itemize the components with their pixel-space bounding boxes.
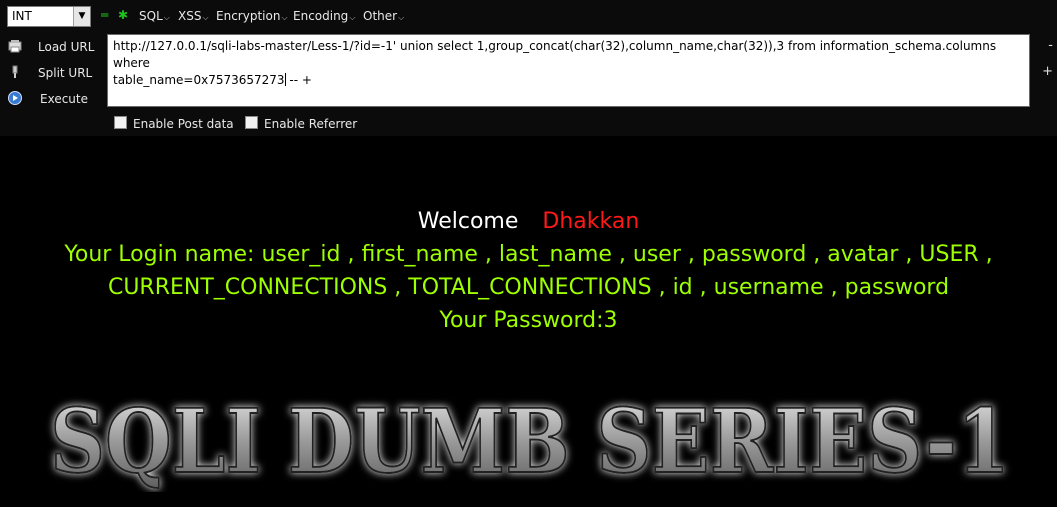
url-line-2: table_name=0x7573657273: [113, 73, 285, 87]
welcome-label: Welcome: [417, 209, 519, 234]
shrink-field-button[interactable]: -: [1048, 38, 1053, 53]
expand-field-button[interactable]: +: [1042, 64, 1053, 79]
enable-referrer-label: Enable Referrer: [264, 117, 358, 131]
menu-sql[interactable]: SQL⌵: [139, 9, 170, 23]
split-url-label: Split URL: [38, 66, 93, 80]
enable-referrer-checkbox[interactable]: Enable Referrer: [245, 116, 357, 131]
enable-post-checkbox[interactable]: Enable Post data: [114, 116, 234, 131]
checkbox-box[interactable]: [245, 116, 258, 129]
url-line-2-comment: -- +: [289, 73, 312, 87]
welcome-line: Welcome Dhakkan: [0, 209, 1057, 234]
execute-icon: [8, 91, 22, 105]
url-input[interactable]: http://127.0.0.1/sqli-labs-master/Less-1…: [107, 34, 1030, 107]
enable-post-label: Enable Post data: [133, 117, 234, 131]
chevron-down-icon: ⌵: [398, 13, 405, 22]
menu-xss-label: XSS: [178, 9, 202, 23]
split-url-button[interactable]: Split URL: [6, 63, 98, 85]
execute-button[interactable]: Execute: [6, 89, 98, 111]
menu-encoding-label: Encoding: [293, 9, 349, 23]
series-banner: SQLI DUMB SERIES-1: [49, 392, 1011, 492]
load-url-label: Load URL: [38, 40, 95, 54]
increment-icon[interactable]: ✱: [118, 8, 128, 22]
menu-encryption-label: Encryption: [216, 9, 281, 23]
chevron-down-icon: ⌵: [163, 13, 170, 22]
welcome-name: Dhakkan: [542, 209, 640, 234]
password-line: Your Password:3: [439, 308, 618, 333]
url-line-1: http://127.0.0.1/sqli-labs-master/Less-1…: [113, 39, 997, 70]
banner-text: SQLI DUMB SERIES-1: [50, 392, 1010, 492]
execute-label: Execute: [40, 92, 88, 106]
chevron-down-icon[interactable]: ▼: [73, 7, 90, 26]
split-url-icon: [12, 65, 18, 78]
login-name-line-1: Your Login name: user_id , first_name , …: [64, 242, 993, 267]
chevron-down-icon: ⌵: [349, 13, 356, 22]
encoding-select[interactable]: INT ▼: [7, 6, 91, 27]
menu-encoding[interactable]: Encoding⌵: [293, 9, 355, 23]
load-url-button[interactable]: Load URL: [6, 37, 98, 59]
decrement-icon[interactable]: ═: [101, 8, 108, 22]
menu-other-label: Other: [363, 9, 398, 23]
encoding-select-value: INT: [12, 9, 32, 23]
load-url-icon: [8, 40, 22, 53]
menu-encryption[interactable]: Encryption⌵: [216, 9, 288, 23]
hackbar-toolbar: INT ▼ ═ ✱ SQL⌵ XSS⌵ Encryption⌵ Encoding…: [0, 0, 1057, 136]
chevron-down-icon: ⌵: [281, 13, 288, 22]
text-cursor: [284, 73, 286, 86]
checkbox-box[interactable]: [114, 116, 127, 129]
chevron-down-icon: ⌵: [202, 13, 209, 22]
menu-xss[interactable]: XSS⌵: [178, 9, 209, 23]
menu-other[interactable]: Other⌵: [363, 9, 404, 23]
menu-sql-label: SQL: [139, 9, 163, 23]
login-name-line-2: CURRENT_CONNECTIONS , TOTAL_CONNECTIONS …: [107, 275, 950, 300]
